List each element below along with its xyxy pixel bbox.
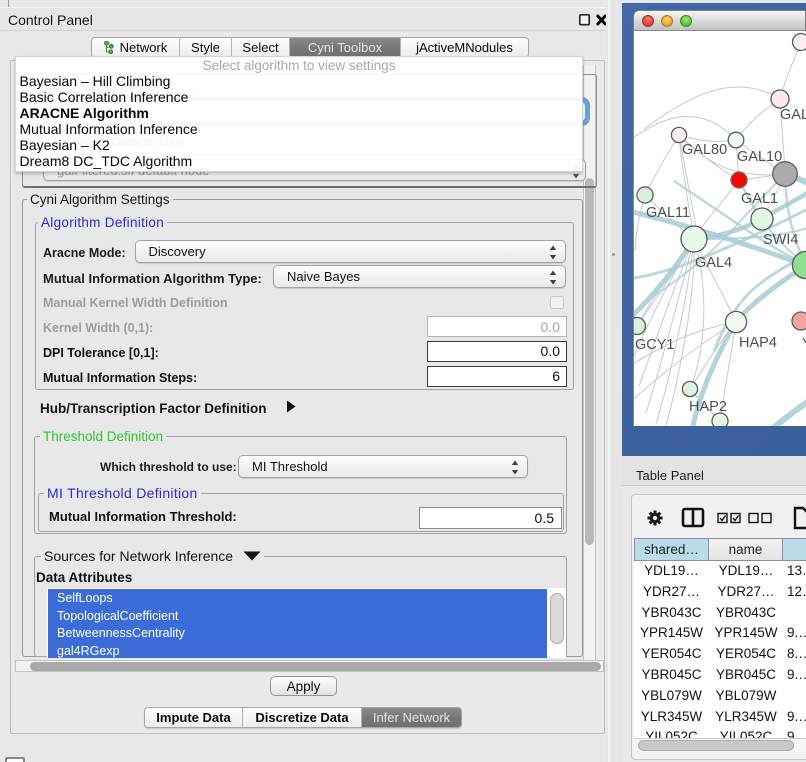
svg-text:GAL80: GAL80	[682, 142, 727, 158]
svg-text:GAL1: GAL1	[741, 191, 778, 207]
svg-text:GAL7: GAL7	[780, 107, 806, 123]
svg-text:GAL11: GAL11	[646, 205, 690, 221]
svg-text:HAP2: HAP2	[689, 399, 727, 415]
svg-text:GAL4: GAL4	[695, 255, 732, 271]
svg-text:YEL: YEL	[802, 336, 806, 352]
svg-text:HAP4: HAP4	[739, 335, 777, 351]
svg-text:GAL10: GAL10	[737, 149, 782, 165]
svg-text:SWI4: SWI4	[763, 232, 798, 248]
svg-text:GCY1: GCY1	[635, 337, 675, 353]
